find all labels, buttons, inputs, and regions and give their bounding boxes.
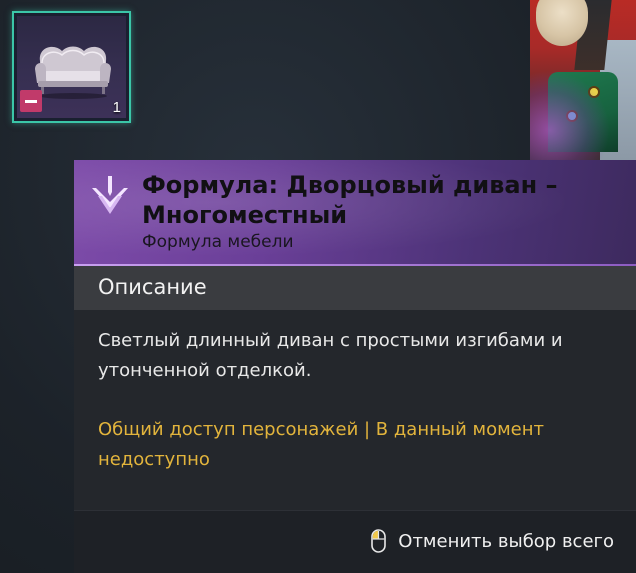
game-screen: 1 Формула: Дворцовый диван – Многоместны…: [0, 0, 636, 573]
tooltip-footer: Отменить выбор всего: [74, 510, 636, 573]
mouse-left-click-icon: [371, 529, 387, 553]
description-section-header: Описание: [74, 266, 636, 310]
minus-icon[interactable]: [20, 90, 42, 112]
deselect-all-label: Отменить выбор всего: [398, 530, 614, 552]
item-description: Светлый длинный диван с простыми изгибам…: [98, 330, 563, 381]
tooltip-header: Формула: Дворцовый диван – Многоместный …: [74, 160, 636, 266]
item-category: Формула мебели: [142, 232, 294, 252]
section-title: Описание: [98, 275, 207, 299]
item-tooltip: Формула: Дворцовый диван – Многоместный …: [74, 160, 636, 573]
item-title: Формула: Дворцовый диван – Многоместный: [142, 171, 558, 229]
character-artwork: [530, 0, 636, 160]
inventory-slot[interactable]: 1: [12, 11, 131, 123]
purple-chevron-rarity-icon: [92, 176, 128, 214]
palace-sofa-icon: [35, 46, 111, 99]
item-quantity: 1: [112, 99, 121, 116]
availability-status: Общий доступ персонажей | В данный момен…: [98, 419, 545, 470]
deselect-all-hint[interactable]: Отменить выбор всего: [371, 529, 614, 553]
